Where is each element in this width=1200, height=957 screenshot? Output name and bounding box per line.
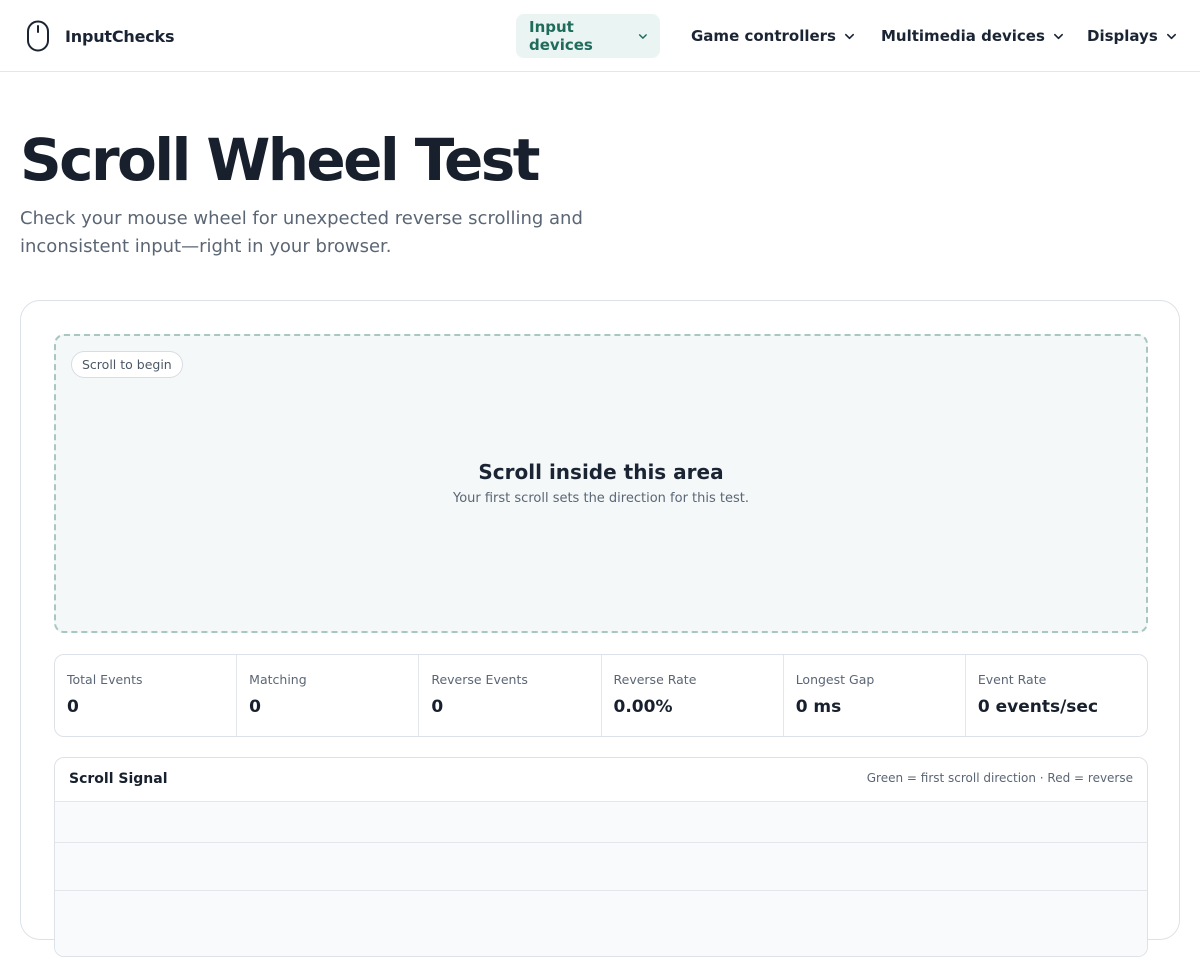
scroll-area-title: Scroll inside this area (478, 460, 724, 484)
signal-panel-header: Scroll Signal Green = first scroll direc… (55, 758, 1147, 802)
stat-label: Total Events (67, 672, 143, 687)
grid-line (55, 890, 1147, 891)
stat-longest-gap: Longest Gap 0 ms (784, 655, 966, 736)
scroll-test-area[interactable]: Scroll to begin Scroll inside this area … (54, 334, 1148, 633)
stat-label: Reverse Events (431, 672, 528, 687)
stat-value: 0 (249, 697, 262, 717)
chevron-down-icon (639, 33, 648, 39)
stat-value: 0 ms (795, 697, 842, 717)
brand-logo[interactable]: InputChecks (26, 20, 174, 52)
test-card: Scroll to begin Scroll inside this area … (20, 300, 1180, 957)
nav-item-displays[interactable]: Displays (1087, 14, 1177, 58)
scroll-area-hint: Your first scroll sets the direction for… (452, 491, 749, 506)
nav-item-input-devices[interactable]: Input devices (516, 14, 660, 58)
grid-line (55, 842, 1147, 843)
scroll-signal-panel: Scroll Signal Green = first scroll direc… (54, 757, 1148, 957)
chevron-down-icon (1053, 33, 1063, 39)
stat-reverse-events: Reverse Events 0 (419, 655, 602, 736)
stat-value: 0 (67, 697, 79, 717)
page-title: Scroll Wheel Test (20, 126, 540, 194)
chevron-down-icon (845, 33, 854, 39)
status-badge: Scroll to begin (71, 351, 183, 378)
stat-label: Reverse Rate (613, 672, 697, 687)
stat-value: 0 (431, 697, 444, 717)
nav-item-label: Input devices (529, 18, 593, 54)
stat-value: 0.00% (613, 697, 673, 717)
top-nav-bar: InputChecks Input devices Game controlle… (0, 0, 1200, 72)
nav-item-label: Multimedia devices (881, 27, 1045, 45)
nav-item-multimedia-devices[interactable]: Multimedia devices (881, 14, 1064, 58)
stat-value: 0 events/sec (977, 697, 1099, 717)
stat-matching: Matching 0 (237, 655, 420, 736)
brand-name: InputChecks (65, 26, 175, 46)
nav-item-game-controllers[interactable]: Game controllers (691, 14, 855, 58)
stat-event-rate: Event Rate 0 events/sec (966, 655, 1147, 736)
signal-legend: Green = first scroll direction · Red = r… (866, 771, 1133, 785)
stats-row: Total Events 0 Matching 0 Reverse Events… (54, 654, 1148, 737)
stat-label: Event Rate (977, 672, 1047, 687)
stat-total-events: Total Events 0 (55, 655, 238, 736)
signal-plot (55, 802, 1147, 956)
stat-label: Matching (249, 672, 307, 687)
nav-item-label: Displays (1087, 27, 1158, 45)
mouse-icon (27, 20, 49, 52)
stat-reverse-rate: Reverse Rate 0.00% (602, 655, 784, 736)
signal-panel-title: Scroll Signal (69, 771, 168, 787)
nav-item-label: Game controllers (691, 27, 836, 45)
stat-label: Longest Gap (795, 672, 875, 687)
page-subtitle: Check your mouse wheel for unexpected re… (20, 208, 583, 257)
chevron-down-icon (1166, 33, 1176, 39)
